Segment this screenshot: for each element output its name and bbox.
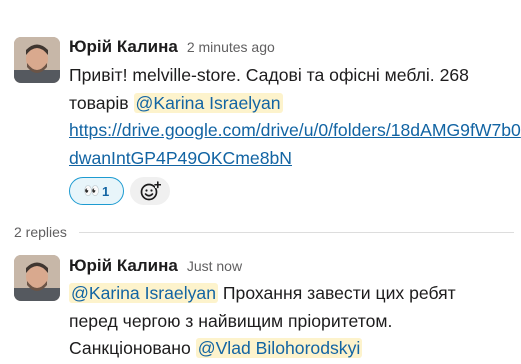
add-emoji-icon xyxy=(140,181,161,201)
avatar[interactable] xyxy=(14,37,60,83)
author-name[interactable]: Юрій Калина xyxy=(69,256,178,276)
avatar[interactable] xyxy=(14,255,60,301)
mention[interactable]: @Karina Israelyan xyxy=(69,283,218,303)
divider xyxy=(78,231,514,233)
replies-count[interactable]: 2 replies xyxy=(14,224,67,240)
eyes-icon: 👀 xyxy=(83,183,100,198)
thread-replies-divider: 2 replies xyxy=(14,224,514,240)
timestamp[interactable]: 2 minutes ago xyxy=(187,39,275,55)
avatar-image xyxy=(14,255,60,301)
reply-header: Юрій Калина Just now xyxy=(69,256,242,276)
drive-link[interactable]: https://drive.google.com/drive/u/0/folde… xyxy=(69,120,521,168)
mention[interactable]: @Vlad Bilohorodskyi xyxy=(195,338,363,358)
reply-body: @Karina Israelyan Прохання завести цих р… xyxy=(69,280,489,363)
reactions-bar: 👀 1 xyxy=(69,177,170,205)
reaction-eyes[interactable]: 👀 1 xyxy=(69,177,124,205)
add-reaction-button[interactable] xyxy=(130,177,170,205)
reaction-count: 1 xyxy=(101,183,110,199)
message-body: Привіт! melville-store. Садові та офісні… xyxy=(69,62,521,172)
author-name[interactable]: Юрій Калина xyxy=(69,37,178,57)
mention[interactable]: @Karina Israelyan xyxy=(133,92,283,113)
avatar-image xyxy=(14,37,60,83)
timestamp[interactable]: Just now xyxy=(187,258,242,274)
message-header: Юрій Калина 2 minutes ago xyxy=(69,37,275,57)
